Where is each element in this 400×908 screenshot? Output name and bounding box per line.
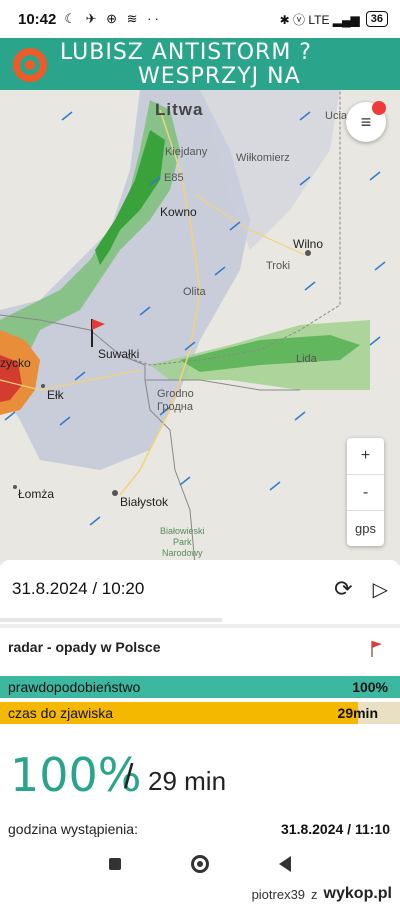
map-label-lomza: Łomża bbox=[18, 487, 55, 501]
map-label-forest: Białowieski Park Narodowy bbox=[160, 526, 205, 558]
banner-line2: WESPRZYJ NA PATRONITE bbox=[138, 64, 301, 90]
time-value: 29min bbox=[337, 705, 378, 721]
map-label-suwalki: Suwałki bbox=[98, 347, 140, 361]
back-button[interactable] bbox=[279, 856, 291, 872]
patronite-banner[interactable]: LUBISZ ANTISTORM ? WESPRZYJ NA PATRONITE bbox=[0, 38, 400, 90]
map-label-lida: Lida bbox=[296, 353, 317, 365]
map-label-grodna: Гродна bbox=[157, 401, 193, 413]
map-label-gizycko: zycko bbox=[0, 356, 31, 370]
map-label-elk: Ełk bbox=[47, 388, 64, 402]
status-right: ✱ ⓥ LTE ▂▄▆ 36 bbox=[280, 11, 388, 28]
radar-map[interactable]: Litwa Kiejdany Wiłkomierz E85 Kowno Wiln… bbox=[0, 90, 400, 565]
watermark-footer: piotrex39 z wykop.pl bbox=[0, 880, 400, 908]
time-progress-track[interactable] bbox=[0, 618, 222, 622]
map-label-country: Litwa bbox=[155, 100, 204, 119]
status-icons: ☾ ✈ ⊕ ≋ ·· bbox=[64, 11, 162, 26]
play-icon[interactable]: ▷ bbox=[373, 577, 388, 602]
battery-icon: 36 bbox=[365, 11, 388, 27]
map-label-bialystok: Białystok bbox=[120, 495, 169, 509]
banner-line1: LUBISZ ANTISTORM ? bbox=[60, 40, 312, 65]
home-button[interactable] bbox=[191, 855, 209, 873]
footer-sep: z bbox=[311, 886, 318, 902]
map-label-kowno: Kowno bbox=[160, 205, 197, 219]
status-bar: 10:42 ☾ ✈ ⊕ ≋ ·· ✱ ⓥ LTE ▂▄▆ 36 bbox=[0, 0, 400, 38]
map-label-grodno: Grodno bbox=[157, 388, 194, 400]
map-label-wilkomierz: Wiłkomierz bbox=[236, 152, 290, 164]
map-label-olita: Olita bbox=[183, 286, 206, 298]
occurrence-value: 31.8.2024 / 11:10 bbox=[281, 821, 390, 837]
location-flag-icon[interactable] bbox=[90, 318, 106, 348]
antistorm-logo-icon bbox=[13, 48, 47, 82]
refresh-icon[interactable]: ⟳ bbox=[334, 576, 352, 602]
map-zoom-controls: + - gps bbox=[347, 438, 384, 546]
occurrence-label: godzina wystąpienia: bbox=[8, 821, 138, 837]
time-label: czas do zjawiska bbox=[8, 705, 114, 721]
big-minutes: 29 min bbox=[148, 766, 227, 796]
probability-label: prawdopodobieństwo bbox=[8, 679, 141, 695]
signal-icons: ✱ ⓥ LTE ▂▄▆ bbox=[279, 12, 360, 27]
time-bar: 31.8.2024 / 10:20 ⟳ ▷ bbox=[0, 560, 400, 618]
android-nav-bar bbox=[0, 848, 400, 880]
map-canvas bbox=[0, 90, 400, 565]
radar-timestamp: 31.8.2024 / 10:20 bbox=[12, 579, 145, 598]
probability-bar: prawdopodobieństwo 100% bbox=[0, 676, 400, 698]
menu-icon: ≡ bbox=[360, 111, 372, 132]
map-label-wilno: Wilno bbox=[293, 237, 324, 251]
status-time: 10:42 bbox=[18, 10, 57, 28]
zoom-out-button[interactable]: - bbox=[347, 474, 384, 510]
recents-button[interactable] bbox=[109, 858, 121, 870]
map-label-road: E85 bbox=[164, 172, 184, 184]
probability-value: 100% bbox=[352, 679, 388, 695]
footer-brand: wykop.pl bbox=[323, 885, 392, 902]
map-label-troki: Troki bbox=[266, 260, 291, 272]
time-to-event-bar: czas do zjawiska 29min bbox=[0, 702, 400, 724]
layer-title: radar - opady w Polsce bbox=[8, 639, 161, 655]
info-panel: 31.8.2024 / 10:20 ⟳ ▷ radar - opady w Po… bbox=[0, 560, 400, 848]
footer-user: piotrex39 bbox=[251, 886, 306, 902]
big-separator: / bbox=[124, 758, 134, 796]
gps-button[interactable]: gps bbox=[347, 510, 384, 546]
map-label-kiejdany: Kiejdany bbox=[165, 146, 208, 158]
flag-icon[interactable] bbox=[370, 640, 384, 658]
section-divider bbox=[0, 624, 400, 628]
notification-dot bbox=[372, 101, 386, 115]
zoom-in-button[interactable]: + bbox=[347, 438, 384, 474]
big-probability: 100% bbox=[10, 748, 142, 802]
